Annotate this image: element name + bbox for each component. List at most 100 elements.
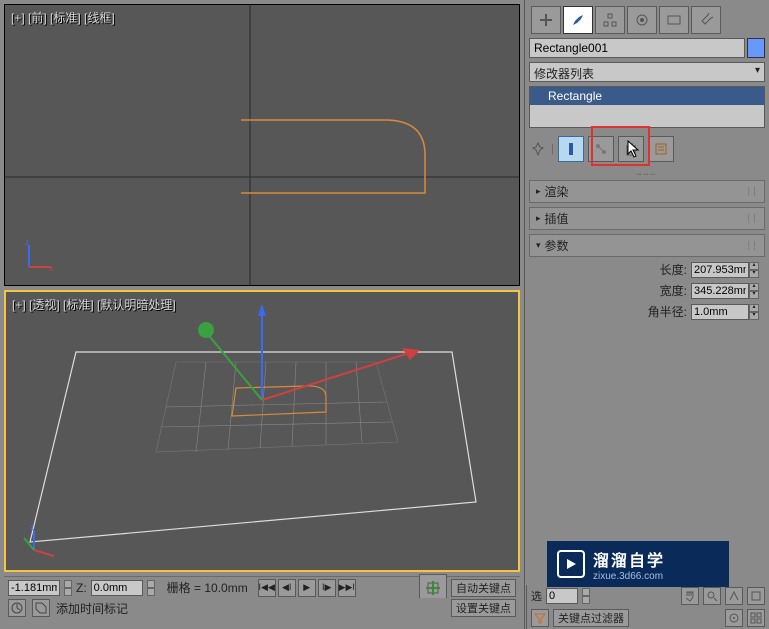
rollout-interpolation: ▸ 插值 ┊┊ (529, 207, 765, 230)
width-input[interactable] (691, 283, 749, 299)
chevron-right-icon: ▸ (536, 213, 541, 224)
viewport-front[interactable]: [+] [前] [标准] [线框] z x (4, 4, 520, 286)
width-label: 宽度: (660, 282, 687, 299)
tag-icon (35, 602, 47, 614)
motion-tab[interactable] (627, 6, 657, 34)
command-panel: 修改器列表 Rectangle | (524, 0, 769, 629)
svg-text:x: x (49, 264, 53, 273)
modifier-list-dropdown[interactable]: 修改器列表 (529, 62, 765, 82)
display-tab[interactable] (659, 6, 689, 34)
grid-size-label: 栅格 = 10.0mm (167, 579, 248, 596)
frame-input[interactable] (546, 588, 578, 604)
axis-tripod-front: z x (19, 237, 59, 277)
viewport-front-canvas (5, 5, 520, 285)
zoom-icon (706, 590, 718, 602)
hierarchy-tab[interactable] (595, 6, 625, 34)
status-bar: Z: 栅格 = 10.0mm I◀◀ ◀I ▶ I▶ ▶▶I 自动关键点 (4, 576, 520, 598)
remove-modifier-button[interactable] (618, 136, 644, 162)
corner-radius-label: 角半径: (648, 303, 687, 320)
hierarchy-icon (603, 13, 617, 27)
viewport-perspective[interactable]: [+] [透视] [标准] [默认明暗处理] (4, 290, 520, 572)
watermark-url: zixue.3d66.com (593, 571, 665, 582)
length-input[interactable] (691, 262, 749, 278)
nav-zoom-all-button[interactable] (747, 587, 765, 605)
object-name-input[interactable] (529, 38, 745, 58)
chevron-right-icon: ▸ (536, 186, 541, 197)
display-icon (667, 13, 681, 27)
goto-start-button[interactable]: I◀◀ (258, 579, 276, 597)
chevron-down-icon: ▾ (536, 240, 541, 251)
rollout-interpolation-header[interactable]: ▸ 插值 ┊┊ (529, 207, 765, 230)
pin-icon[interactable] (531, 142, 545, 156)
tag-button[interactable] (32, 599, 50, 617)
modifier-stack[interactable]: Rectangle (529, 86, 765, 128)
status-bar-2: 添加时间标记 设置关键点 (4, 598, 520, 618)
selection-lock-label: 选 (531, 588, 542, 604)
set-key-button[interactable]: 设置关键点 (451, 599, 516, 617)
stack-item-rectangle[interactable]: Rectangle (530, 87, 764, 105)
auto-key-button[interactable]: 自动关键点 (451, 579, 516, 597)
rollout-render: ▸ 渲染 ┊┊ (529, 180, 765, 203)
viewport-perspective-canvas (6, 292, 520, 572)
coord-x-input[interactable] (8, 580, 60, 596)
i-beam-icon (564, 142, 578, 156)
make-unique-button[interactable] (588, 136, 614, 162)
fov-icon (728, 590, 740, 602)
key-filter-icon-button[interactable] (531, 609, 549, 627)
rollout-parameters: ▾ 参数 ┊┊ 长度: ▴▾ 宽度: ▴▾ (529, 234, 765, 324)
play-button[interactable]: ▶ (298, 579, 316, 597)
prev-frame-button[interactable]: ◀I (278, 579, 296, 597)
command-panel-tabs (529, 4, 765, 34)
key-plus-icon (424, 579, 442, 597)
modify-tab[interactable] (563, 6, 593, 34)
corner-radius-input[interactable] (691, 304, 749, 320)
play-logo-icon (557, 550, 585, 578)
zoom-all-icon (750, 590, 762, 602)
modify-icon (571, 13, 585, 27)
viewport-area: [+] [前] [标准] [线框] z x [+] [透视] [标准] [默认明… (0, 0, 524, 629)
filter-icon (534, 612, 546, 624)
panel-grip[interactable]: ┄┄┄ (529, 170, 765, 176)
show-end-result-button[interactable] (558, 136, 584, 162)
watermark-overlay: 溜溜自学 zixue.3d66.com (547, 541, 729, 587)
create-tab[interactable] (531, 6, 561, 34)
trash-icon (624, 142, 638, 156)
goto-end-button[interactable]: ▶▶I (338, 579, 356, 597)
nav-pan-button[interactable] (681, 587, 699, 605)
list-icon (654, 142, 668, 156)
coord-z-label: Z: (76, 581, 87, 595)
playback-controls: I◀◀ ◀I ▶ I▶ ▶▶I (258, 579, 356, 597)
hand-icon (684, 590, 696, 602)
configure-sets-button[interactable] (648, 136, 674, 162)
nav-orbit-button[interactable] (725, 609, 743, 627)
next-frame-button[interactable]: I▶ (318, 579, 336, 597)
add-time-tag-label[interactable]: 添加时间标记 (56, 600, 128, 617)
nav-zoom-button[interactable] (703, 587, 721, 605)
clock-icon (11, 602, 23, 614)
modifier-stack-toolbar: | (529, 132, 765, 166)
svg-text:z: z (30, 523, 34, 532)
length-spinner[interactable]: ▴▾ (749, 262, 759, 278)
frame-spinner[interactable] (582, 588, 590, 604)
axis-tripod-perspective: z (20, 522, 60, 562)
key-filter-button[interactable]: 关键点过滤器 (553, 609, 629, 627)
rollout-render-header[interactable]: ▸ 渲染 ┊┊ (529, 180, 765, 203)
orbit-icon (728, 612, 740, 624)
utilities-tab[interactable] (691, 6, 721, 34)
coord-z-input[interactable] (91, 580, 143, 596)
nav-maximize-button[interactable] (747, 609, 765, 627)
motion-icon (635, 13, 649, 27)
rollout-parameters-header[interactable]: ▾ 参数 ┊┊ (529, 234, 765, 257)
length-label: 长度: (660, 261, 687, 278)
object-color-swatch[interactable] (747, 38, 765, 58)
plus-icon (539, 13, 553, 27)
width-spinner[interactable]: ▴▾ (749, 283, 759, 299)
watermark-title: 溜溜自学 (593, 547, 665, 571)
time-config-button[interactable] (8, 599, 26, 617)
nav-fov-button[interactable] (725, 587, 743, 605)
coord-z-spinner[interactable] (147, 580, 155, 596)
wrench-icon (699, 13, 713, 27)
coord-x-spinner[interactable] (64, 580, 72, 596)
corner-radius-spinner[interactable]: ▴▾ (749, 304, 759, 320)
animation-nav-controls: 选 关键点过滤器 (526, 585, 769, 629)
